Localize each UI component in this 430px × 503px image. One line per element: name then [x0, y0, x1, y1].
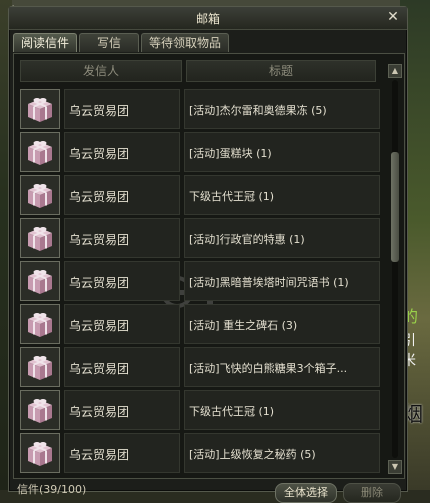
window-title: 邮箱	[195, 12, 220, 26]
mail-item-slot[interactable]	[20, 304, 60, 344]
mail-list: 乌云贸易团 [活动]杰尔雷和奥德果冻 (5) 乌云贸易团 [活动]蛋糕块 (1) 乌云贸…	[14, 86, 384, 478]
subject-cell[interactable]: [活动]行政官的特惠 (1)	[184, 218, 380, 258]
mail-subject: [活动]黑暗普埃塔时间咒语书 (1)	[189, 276, 349, 289]
scroll-thumb[interactable]	[391, 152, 399, 262]
sender-cell[interactable]: 乌云贸易团	[64, 304, 180, 344]
mail-sender: 乌云贸易团	[69, 405, 130, 419]
subject-cell[interactable]: [活动]飞快的白熊糖果3个箱子...	[184, 347, 380, 387]
mail-item-slot[interactable]	[20, 218, 60, 258]
triangle-up-icon[interactable]: ▲	[388, 64, 402, 78]
mail-sender: 乌云贸易团	[69, 233, 130, 247]
scrollbar[interactable]: ▲ ▼	[388, 64, 402, 474]
tab-write-mail[interactable]: 写信	[79, 33, 139, 52]
mail-sender: 乌云贸易团	[69, 448, 130, 462]
mail-item-slot[interactable]	[20, 347, 60, 387]
mail-subject: [活动]飞快的白熊糖果3个箱子...	[189, 362, 348, 375]
gift-box-icon	[28, 442, 52, 466]
scroll-track[interactable]	[392, 80, 398, 458]
mail-subject: [活动] 重生之碑石 (3)	[189, 319, 298, 332]
sender-cell[interactable]: 乌云贸易团	[64, 433, 180, 473]
mail-count: 信件(39/100)	[17, 483, 87, 496]
gift-box-icon	[28, 270, 52, 294]
mail-row[interactable]: 乌云贸易团 [活动]杰尔雷和奥德果冻 (5)	[18, 88, 382, 130]
sender-cell[interactable]: 乌云贸易团	[64, 175, 180, 215]
sender-cell[interactable]: 乌云贸易团	[64, 347, 180, 387]
mail-row[interactable]: 乌云贸易团 下级古代王冠 (1)	[18, 389, 382, 431]
mail-row[interactable]: 乌云贸易团 [活动]行政官的特惠 (1)	[18, 217, 382, 259]
mail-sender: 乌云贸易团	[69, 190, 130, 204]
sender-cell[interactable]: 乌云贸易团	[64, 89, 180, 129]
gift-box-icon	[28, 399, 52, 423]
subject-cell[interactable]: 下级古代王冠 (1)	[184, 390, 380, 430]
subject-cell[interactable]: [活动]黑暗普埃塔时间咒语书 (1)	[184, 261, 380, 301]
select-all-button[interactable]: 全体选择	[275, 483, 337, 503]
gift-box-icon	[28, 141, 52, 165]
tab-pending-items[interactable]: 等待领取物品	[141, 33, 229, 52]
mail-sender: 乌云贸易团	[69, 319, 130, 333]
gift-box-icon	[28, 227, 52, 251]
mail-subject: [活动]蛋糕块 (1)	[189, 147, 272, 160]
mail-item-slot[interactable]	[20, 433, 60, 473]
sender-cell[interactable]: 乌云贸易团	[64, 261, 180, 301]
column-header-sender[interactable]: 发信人	[20, 60, 182, 82]
title-bar[interactable]: 邮箱 ✕	[9, 7, 407, 30]
mail-sender: 乌云贸易团	[69, 104, 130, 118]
sender-cell[interactable]: 乌云贸易团	[64, 218, 180, 258]
subject-cell[interactable]: 下级古代王冠 (1)	[184, 175, 380, 215]
gift-box-icon	[28, 356, 52, 380]
mail-row[interactable]: 乌云贸易团 下级古代王冠 (1)	[18, 174, 382, 216]
triangle-down-icon[interactable]: ▼	[388, 460, 402, 474]
mail-sender: 乌云贸易团	[69, 362, 130, 376]
gift-box-icon	[28, 184, 52, 208]
mail-subject: 下级古代王冠 (1)	[189, 405, 275, 418]
column-header-subject[interactable]: 标题	[186, 60, 376, 82]
mail-row[interactable]: 乌云贸易团 [活动]飞快的白熊糖果3个箱子...	[18, 346, 382, 388]
subject-cell[interactable]: [活动]蛋糕块 (1)	[184, 132, 380, 172]
mail-subject: [活动]上级恢复之秘药 (5)	[189, 448, 316, 461]
mail-row[interactable]: 乌云贸易团 [活动]蛋糕块 (1)	[18, 131, 382, 173]
gift-box-icon	[28, 313, 52, 337]
delete-button[interactable]: 删除	[343, 483, 401, 503]
tab-read-mail[interactable]: 阅读信件	[13, 33, 77, 52]
mail-item-slot[interactable]	[20, 390, 60, 430]
subject-cell[interactable]: [活动]杰尔雷和奥德果冻 (5)	[184, 89, 380, 129]
mailbox-window: 邮箱 ✕ 阅读信件 写信 等待领取物品 发信人 标题 乌云贸易团 [活动]杰尔雷和…	[8, 6, 408, 503]
mail-item-slot[interactable]	[20, 132, 60, 172]
mailbox-footer: 信件(39/100) 全体选择 删除	[13, 479, 407, 503]
subject-cell[interactable]: [活动]上级恢复之秘药 (5)	[184, 433, 380, 473]
mail-sender: 乌云贸易团	[69, 147, 130, 161]
mail-sender: 乌云贸易团	[69, 276, 130, 290]
mail-subject: [活动]行政官的特惠 (1)	[189, 233, 305, 246]
mail-row[interactable]: 乌云贸易团 [活动]黑暗普埃塔时间咒语书 (1)	[18, 260, 382, 302]
mail-subject: [活动]杰尔雷和奥德果冻 (5)	[189, 104, 327, 117]
mail-row[interactable]: 乌云贸易团 [活动] 重生之碑石 (3)	[18, 303, 382, 345]
subject-cell[interactable]: [活动] 重生之碑石 (3)	[184, 304, 380, 344]
mail-item-slot[interactable]	[20, 89, 60, 129]
gift-box-icon	[28, 98, 52, 122]
mail-list-panel: 发信人 标题 乌云贸易团 [活动]杰尔雷和奥德果冻 (5) 乌云贸易团 [活动]蛋糕块…	[13, 53, 405, 479]
mail-subject: 下级古代王冠 (1)	[189, 190, 275, 203]
close-button[interactable]: ✕	[385, 9, 401, 25]
sender-cell[interactable]: 乌云贸易团	[64, 390, 180, 430]
mail-item-slot[interactable]	[20, 261, 60, 301]
mail-item-slot[interactable]	[20, 175, 60, 215]
mail-row[interactable]: 乌云贸易团 [活动]上级恢复之秘药 (5)	[18, 432, 382, 474]
sender-cell[interactable]: 乌云贸易团	[64, 132, 180, 172]
